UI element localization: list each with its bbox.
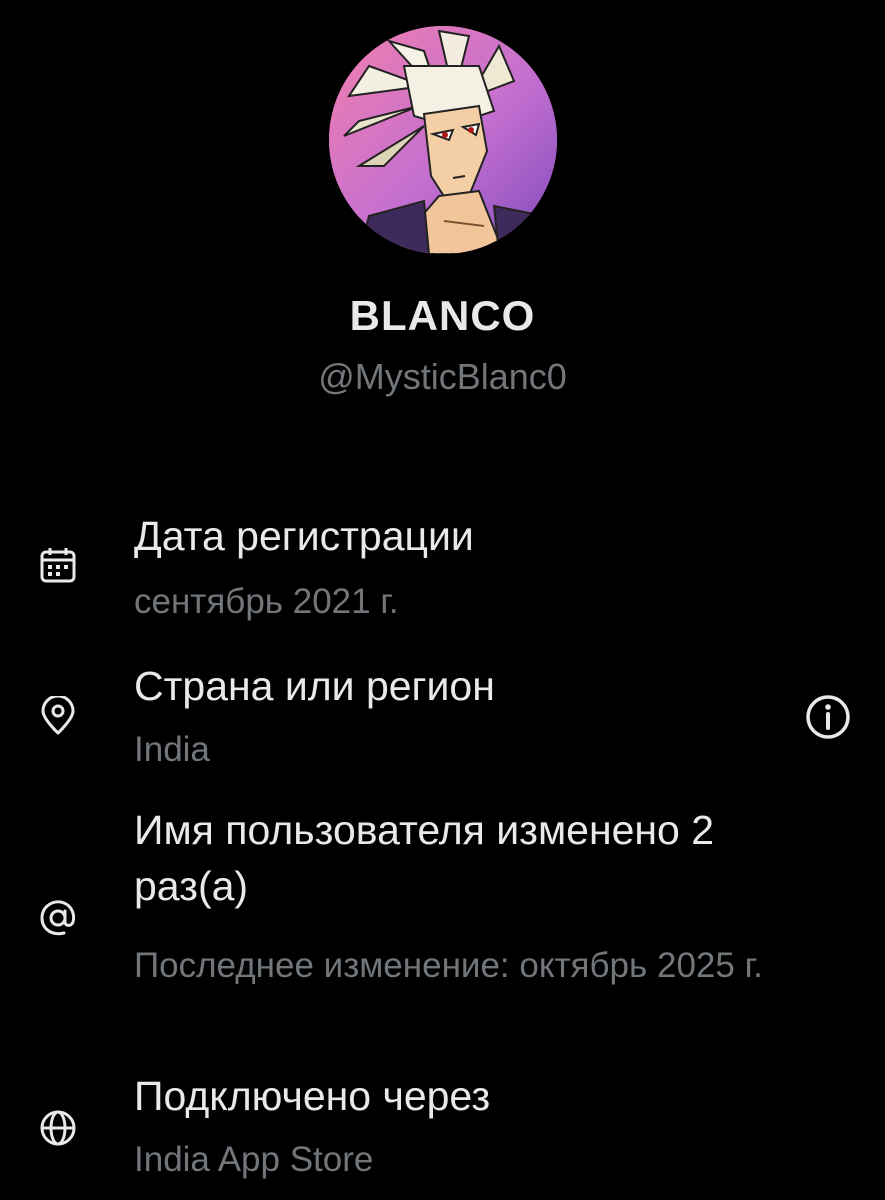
anime-character-avatar-icon: [329, 26, 557, 254]
username-changes-label: Имя пользователя изменено 2 раз(а): [134, 807, 715, 909]
profile-display-name: BLANCO: [349, 292, 536, 339]
connected-via-value: India App Store: [134, 1140, 374, 1179]
country-value: India: [134, 730, 210, 769]
calendar-icon: [38, 545, 78, 585]
at-sign-icon: [38, 898, 78, 938]
registration-date-label: Дата регистрации: [134, 513, 474, 559]
connected-via-label: Подключено через: [134, 1073, 491, 1119]
profile-avatar[interactable]: [329, 26, 557, 254]
country-info-button[interactable]: [804, 693, 852, 741]
info-icon: [806, 695, 850, 739]
username-changes-value: Последнее изменение: октябрь 2025 г.: [134, 946, 763, 985]
country-label: Страна или регион: [134, 663, 495, 709]
location-pin-icon: [38, 696, 78, 736]
globe-icon: [38, 1108, 78, 1148]
registration-date-value: сентябрь 2021 г.: [134, 582, 399, 621]
profile-handle: @MysticBlanc0: [318, 356, 567, 397]
